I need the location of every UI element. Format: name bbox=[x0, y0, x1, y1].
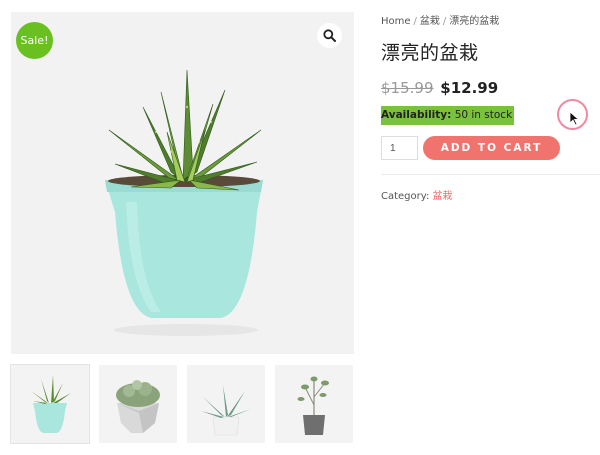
breadcrumb-home[interactable]: Home bbox=[381, 16, 411, 27]
availability-value: 50 in stock bbox=[454, 109, 513, 121]
breadcrumb-separator: / bbox=[442, 16, 447, 27]
sprout-grey-pot-thumb bbox=[297, 376, 329, 435]
add-to-cart-button[interactable]: ADD TO CART bbox=[423, 136, 560, 160]
breadcrumb-separator: / bbox=[413, 16, 417, 27]
add-to-cart-form: 1 ADD TO CART bbox=[381, 136, 596, 160]
thumbnail-succulent[interactable] bbox=[99, 365, 177, 443]
mouse-pointer-icon bbox=[569, 111, 580, 126]
thumbnail-agave[interactable] bbox=[187, 365, 265, 443]
magnifier-icon[interactable] bbox=[317, 23, 342, 48]
breadcrumb: Home / 盆栽 / 漂亮的盆栽 bbox=[381, 12, 596, 27]
sale-badge: Sale! bbox=[16, 22, 53, 59]
category-label: Category: bbox=[381, 191, 430, 202]
sale-price: $12.99 bbox=[440, 79, 499, 97]
succulent-stone-pot-thumb bbox=[116, 380, 160, 433]
aloe-pot-thumb bbox=[31, 375, 71, 433]
category-link[interactable]: 盆栽 bbox=[433, 191, 453, 202]
availability-label: Availability: bbox=[381, 109, 452, 121]
product-title: 漂亮的盆栽 bbox=[381, 42, 479, 64]
product-category: Category: 盆栽 bbox=[381, 187, 596, 202]
divider bbox=[381, 174, 600, 175]
thumbnail-sprout[interactable] bbox=[275, 365, 353, 443]
thumbnail-aloe[interactable] bbox=[10, 364, 90, 444]
price: $15.99 $12.99 bbox=[381, 79, 596, 97]
availability: Availability: 50 in stock bbox=[381, 106, 515, 125]
aloe-plant-image bbox=[105, 69, 263, 336]
breadcrumb-current: 漂亮的盆栽 bbox=[449, 16, 500, 27]
quantity-input[interactable]: 1 bbox=[381, 136, 418, 160]
thumbnail-strip bbox=[10, 364, 353, 444]
agave-white-pot-thumb bbox=[201, 385, 251, 436]
original-price: $15.99 bbox=[381, 79, 434, 97]
breadcrumb-category[interactable]: 盆栽 bbox=[420, 16, 440, 27]
main-product-image[interactable]: Sale! bbox=[11, 12, 354, 354]
